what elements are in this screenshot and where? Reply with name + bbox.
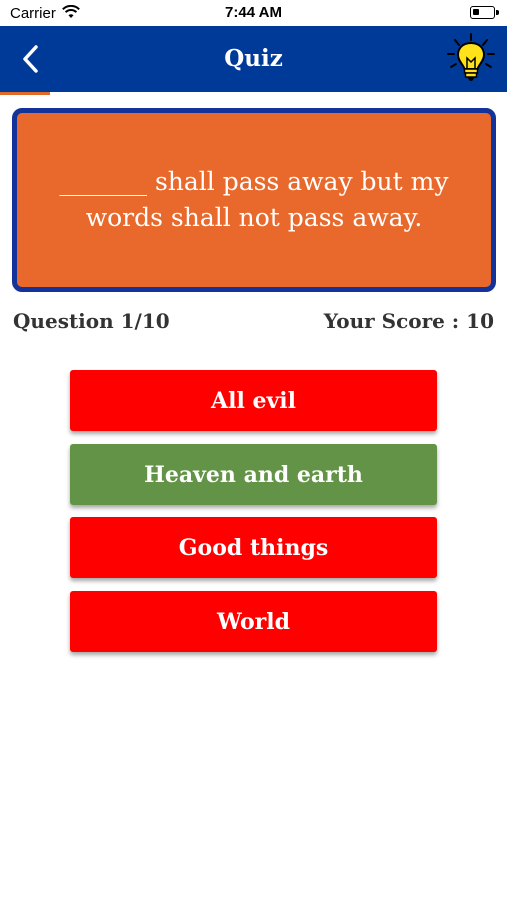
answer-label: Heaven and earth <box>144 461 363 488</box>
clock: 7:44 AM <box>225 4 282 21</box>
chevron-left-icon <box>23 45 38 73</box>
nav-bar: Quiz <box>0 26 507 92</box>
hint-button[interactable] <box>445 32 497 86</box>
question-card: _______ shall pass away but my words sha… <box>12 108 496 292</box>
answer-label: All evil <box>211 387 296 414</box>
lightbulb-icon <box>447 33 495 81</box>
question-text: _______ shall pass away but my words sha… <box>59 167 449 232</box>
nav-accent-bar <box>0 92 50 95</box>
answer-label: Good things <box>178 534 329 561</box>
answer-option-2[interactable]: Heaven and earth <box>70 444 437 505</box>
answer-option-1[interactable]: All evil <box>70 370 437 431</box>
status-bar: Carrier 7:44 AM <box>0 0 507 26</box>
question-counter: Question 1/10 <box>13 309 170 333</box>
score-display: Your Score : 10 <box>323 309 494 333</box>
answer-option-3[interactable]: Good things <box>70 517 437 578</box>
answer-label: World <box>217 608 290 635</box>
page-title: Quiz <box>224 45 283 72</box>
battery-icon <box>470 6 499 19</box>
back-button[interactable] <box>16 40 46 78</box>
answer-option-4[interactable]: World <box>70 591 437 652</box>
